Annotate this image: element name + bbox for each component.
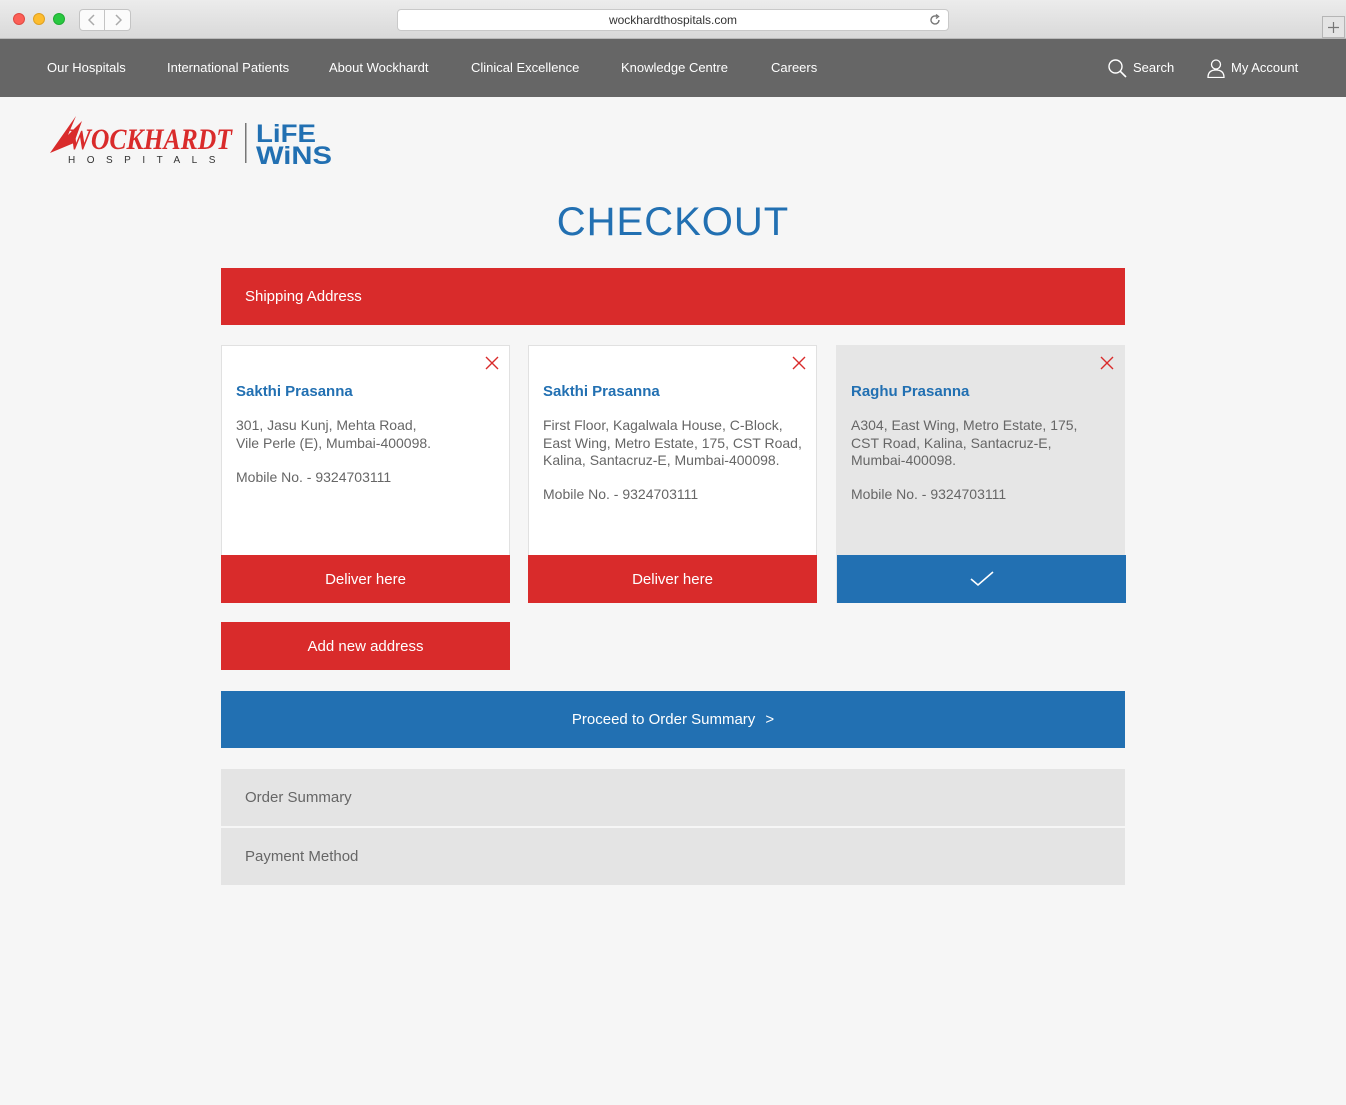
minimize-window-button[interactable] <box>33 13 45 25</box>
address-text: First Floor, Kagalwala House, C-Block, E… <box>543 417 808 470</box>
deliver-here-button[interactable]: Deliver here <box>528 555 817 603</box>
address-card: Sakthi Prasanna 301, Jasu Kunj, Mehta Ro… <box>221 345 510 603</box>
nav-about-wockhardt[interactable]: About Wockhardt <box>329 39 428 97</box>
address-name: Raghu Prasanna <box>851 383 970 400</box>
forward-button[interactable] <box>105 9 131 31</box>
address-line: Mumbai-400098. <box>851 452 957 468</box>
logo-sub-text: HOSPITALS <box>68 155 227 166</box>
plus-icon <box>1328 21 1339 33</box>
close-icon[interactable] <box>485 356 499 370</box>
proceed-to-order-summary-button[interactable]: Proceed to Order Summary > <box>221 691 1125 748</box>
address-line: First Floor, Kagalwala House, C-Block, <box>543 417 783 433</box>
my-account-button[interactable]: My Account <box>1207 39 1298 97</box>
back-button[interactable] <box>79 9 105 31</box>
address-card-selected: Raghu Prasanna A304, East Wing, Metro Es… <box>836 345 1126 603</box>
address-line: A304, East Wing, Metro Estate, 175, <box>851 417 1078 433</box>
order-summary-section[interactable]: Order Summary <box>221 769 1125 826</box>
browser-toolbar: wockhardthospitals.com <box>0 0 1346 39</box>
deliver-here-button[interactable]: Deliver here <box>221 555 510 603</box>
checkmark-icon <box>969 571 994 587</box>
logo-graphic: WOCKHARDT HOSPITALS LiFE WiNS <box>50 116 332 170</box>
address-text: A304, East Wing, Metro Estate, 175, CST … <box>851 417 1116 470</box>
logo-tagline-bottom: WiNS <box>256 142 332 169</box>
url-text: wockhardthospitals.com <box>608 13 738 27</box>
address-line: Vile Perle (E), Mumbai-400098. <box>236 434 432 451</box>
site-nav: Our Hospitals International Patients Abo… <box>0 39 1346 97</box>
add-new-address-button[interactable]: Add new address <box>221 622 510 670</box>
close-icon[interactable] <box>792 356 806 370</box>
address-name: Sakthi Prasanna <box>236 383 353 400</box>
zoom-window-button[interactable] <box>53 13 65 25</box>
search-icon <box>1108 58 1127 78</box>
close-window-button[interactable] <box>13 13 25 25</box>
address-line: Kalina, Santacruz-E, Mumbai-400098. <box>543 452 780 468</box>
address-name: Sakthi Prasanna <box>543 383 660 400</box>
search-button[interactable]: Search <box>1108 39 1174 97</box>
close-icon[interactable] <box>1100 356 1114 370</box>
address-line: East Wing, Metro Estate, 175, CST Road, <box>543 434 802 451</box>
selected-address-button[interactable] <box>837 555 1126 603</box>
nav-international-patients[interactable]: International Patients <box>167 39 289 97</box>
page-title: CHECKOUT <box>556 200 790 244</box>
my-account-label: My Account <box>1231 60 1299 75</box>
proceed-arrow: > <box>765 711 775 728</box>
user-icon <box>1207 58 1225 78</box>
reload-icon[interactable] <box>928 13 942 27</box>
chevron-right-icon <box>114 14 122 26</box>
address-text: 301, Jasu Kunj, Mehta Road, Vile Perle (… <box>236 417 501 452</box>
nav-careers[interactable]: Careers <box>771 39 817 97</box>
nav-knowledge-centre[interactable]: Knowledge Centre <box>621 39 728 97</box>
proceed-label: Proceed to Order Summary <box>571 711 756 728</box>
address-card: Sakthi Prasanna First Floor, Kagalwala H… <box>528 345 817 603</box>
address-mobile: Mobile No. - 9324703111 <box>543 486 699 502</box>
logo-brand-text: WOCKHARDT <box>68 123 233 156</box>
address-bar[interactable]: wockhardthospitals.com <box>397 9 949 31</box>
address-line: 301, Jasu Kunj, Mehta Road, <box>236 417 417 433</box>
new-tab-button[interactable] <box>1322 16 1345 38</box>
payment-method-section[interactable]: Payment Method <box>221 828 1125 885</box>
shipping-address-header[interactable]: Shipping Address <box>221 268 1125 325</box>
nav-clinical-excellence[interactable]: Clinical Excellence <box>471 39 579 97</box>
address-mobile: Mobile No. - 9324703111 <box>236 469 392 485</box>
nav-our-hospitals[interactable]: Our Hospitals <box>47 39 126 97</box>
search-label: Search <box>1133 60 1175 75</box>
chevron-left-icon <box>88 14 95 26</box>
wockhardt-logo[interactable]: WOCKHARDT HOSPITALS LiFE WiNS <box>48 113 338 170</box>
address-line: CST Road, Kalina, Santacruz-E, <box>851 434 1052 451</box>
address-mobile: Mobile No. - 9324703111 <box>851 486 1007 502</box>
